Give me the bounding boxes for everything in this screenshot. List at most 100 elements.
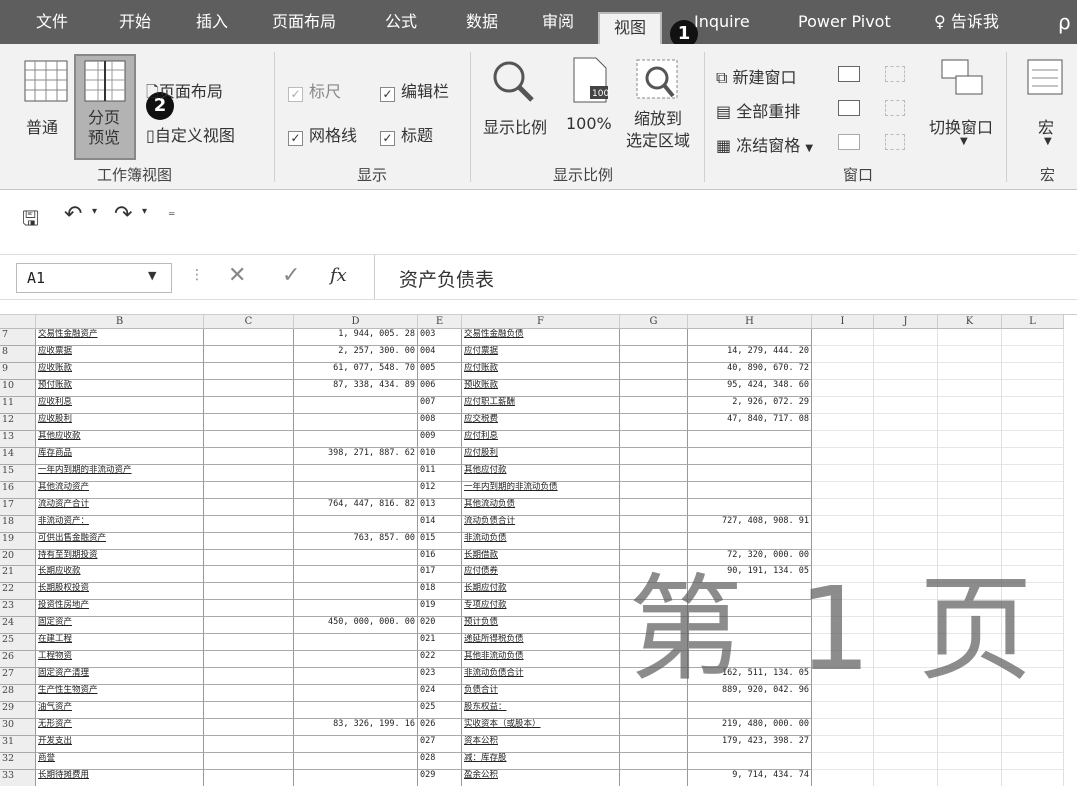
cell-h[interactable]: 14, 279, 444. 20: [688, 345, 812, 363]
cell-h[interactable]: 2, 926, 072. 29: [688, 396, 812, 414]
cell-e[interactable]: 003: [418, 329, 462, 346]
cell-j[interactable]: [874, 430, 938, 448]
cell-f[interactable]: 应交税费: [462, 413, 620, 431]
cell-g[interactable]: [620, 719, 688, 737]
search-icon[interactable]: ρ: [1058, 0, 1071, 44]
cell-f[interactable]: 实收资本（或股本）: [462, 719, 620, 737]
cell-d[interactable]: [294, 549, 418, 567]
cell-i[interactable]: [812, 702, 874, 720]
cell-j[interactable]: [874, 498, 938, 516]
cell-h[interactable]: 219, 480, 000. 00: [688, 719, 812, 737]
row-header[interactable]: 26: [0, 651, 36, 669]
cell-c[interactable]: [204, 549, 294, 567]
cell-k[interactable]: [938, 464, 1002, 482]
cell-e[interactable]: 028: [418, 753, 462, 771]
column-header-f[interactable]: F: [462, 315, 620, 329]
cell-e[interactable]: 016: [418, 549, 462, 567]
cell-b[interactable]: 固定资产清理: [36, 668, 204, 686]
split-icon[interactable]: [838, 66, 860, 82]
view-side-by-side-icon[interactable]: [885, 66, 905, 82]
save-icon[interactable]: 🖫: [22, 204, 39, 238]
cell-f[interactable]: 流动负债合计: [462, 515, 620, 533]
cell-e[interactable]: 017: [418, 566, 462, 584]
tab-page-layout[interactable]: 页面布局: [272, 0, 336, 44]
column-header-b[interactable]: B: [36, 315, 204, 329]
cell-i[interactable]: [812, 498, 874, 516]
cell-l[interactable]: [1002, 498, 1064, 516]
cell-b[interactable]: 一年内到期的非流动资产: [36, 464, 204, 482]
cell-f[interactable]: 长期借款: [462, 549, 620, 567]
row-header[interactable]: 13: [0, 430, 36, 448]
row-header[interactable]: 28: [0, 685, 36, 703]
cell-f[interactable]: 负债合计: [462, 685, 620, 703]
cell-d[interactable]: [294, 651, 418, 669]
tab-inquire[interactable]: Inquire: [694, 0, 750, 44]
cell-i[interactable]: [812, 753, 874, 771]
column-header-d[interactable]: D: [294, 315, 418, 329]
cell-b[interactable]: 投资性房地产: [36, 600, 204, 618]
cell-d[interactable]: [294, 668, 418, 686]
cell-c[interactable]: [204, 651, 294, 669]
tab-review[interactable]: 审阅: [542, 0, 574, 44]
cell-g[interactable]: [620, 753, 688, 771]
cell-g[interactable]: [620, 481, 688, 499]
cell-c[interactable]: [204, 481, 294, 499]
row-header[interactable]: 22: [0, 583, 36, 601]
row-header[interactable]: 24: [0, 617, 36, 635]
cell-e[interactable]: 019: [418, 600, 462, 618]
cell-l[interactable]: [1002, 770, 1064, 786]
row-header[interactable]: 14: [0, 447, 36, 465]
cell-f[interactable]: 应付票据: [462, 345, 620, 363]
cell-k[interactable]: [938, 362, 1002, 380]
cell-k[interactable]: [938, 481, 1002, 499]
cell-h[interactable]: [688, 329, 812, 346]
cell-f[interactable]: 递延所得税负债: [462, 634, 620, 652]
cell-b[interactable]: 可供出售金融资产: [36, 532, 204, 550]
cell-e[interactable]: 015: [418, 532, 462, 550]
cell-e[interactable]: 029: [418, 770, 462, 786]
cell-b[interactable]: 预付账款: [36, 379, 204, 397]
cell-e[interactable]: 009: [418, 430, 462, 448]
cell-f[interactable]: 应付职工薪酬: [462, 396, 620, 414]
cell-j[interactable]: [874, 345, 938, 363]
cell-e[interactable]: 023: [418, 668, 462, 686]
zoom-to-selection-icon[interactable]: [635, 58, 679, 102]
cell-d[interactable]: [294, 566, 418, 584]
cell-d[interactable]: 87, 338, 434. 89: [294, 379, 418, 397]
cell-c[interactable]: [204, 345, 294, 363]
cell-c[interactable]: [204, 753, 294, 771]
reset-position-icon[interactable]: [885, 134, 905, 150]
cell-b[interactable]: 生产性生物资产: [36, 685, 204, 703]
cell-e[interactable]: 008: [418, 413, 462, 431]
row-header[interactable]: 25: [0, 634, 36, 652]
row-header[interactable]: 7: [0, 329, 36, 346]
row-header[interactable]: 12: [0, 413, 36, 431]
cell-f[interactable]: 应付债券: [462, 566, 620, 584]
cell-i[interactable]: [812, 413, 874, 431]
cell-b[interactable]: 库存商品: [36, 447, 204, 465]
cell-f[interactable]: 长期应付款: [462, 583, 620, 601]
row-header[interactable]: 32: [0, 753, 36, 771]
cell-g[interactable]: [620, 345, 688, 363]
cell-h[interactable]: 40, 890, 670. 72: [688, 362, 812, 380]
cell-j[interactable]: [874, 481, 938, 499]
cell-d[interactable]: [294, 464, 418, 482]
cell-l[interactable]: [1002, 481, 1064, 499]
cell-j[interactable]: [874, 736, 938, 754]
zoom-100-icon[interactable]: 100: [570, 56, 610, 104]
cell-l[interactable]: [1002, 532, 1064, 550]
row-header[interactable]: 27: [0, 668, 36, 686]
cell-g[interactable]: [620, 379, 688, 397]
cell-j[interactable]: [874, 329, 938, 346]
cell-i[interactable]: [812, 447, 874, 465]
cell-d[interactable]: [294, 685, 418, 703]
cell-e[interactable]: 020: [418, 617, 462, 635]
arrange-all-button[interactable]: ▤ 全部重排: [716, 98, 800, 122]
cell-k[interactable]: [938, 532, 1002, 550]
cell-i[interactable]: [812, 719, 874, 737]
cell-c[interactable]: [204, 634, 294, 652]
cell-c[interactable]: [204, 770, 294, 786]
cell-b[interactable]: 油气资产: [36, 702, 204, 720]
cell-k[interactable]: [938, 498, 1002, 516]
tab-tell-me[interactable]: ♀ 告诉我: [934, 0, 999, 44]
